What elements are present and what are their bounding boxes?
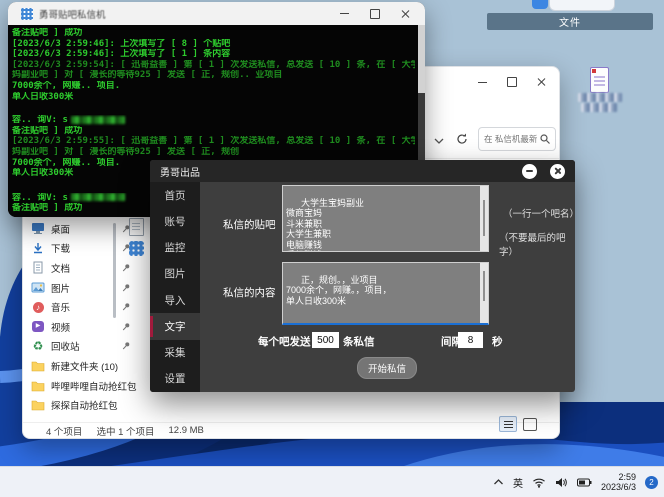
app-close-button[interactable] [550, 163, 565, 179]
music-icon [32, 301, 44, 313]
app-minimize-button[interactable] [522, 163, 537, 179]
terminal-titlebar: 勇哥贴吧私信机 [8, 2, 425, 25]
nav-item-account[interactable]: 账号 [150, 208, 200, 234]
app-window: 勇哥出品 首页 账号 监控 图片 导入 文字 采集 设置 私信的贴吧 大学生宝妈… [150, 160, 580, 392]
battery-icon[interactable] [576, 478, 592, 487]
desktop-icon-caption-censored [581, 103, 617, 112]
content-label: 私信的内容 [223, 287, 276, 299]
explorer-maximize-button[interactable] [505, 75, 519, 89]
folder-icon [31, 399, 45, 412]
desktop-icon [31, 222, 45, 235]
interval-input[interactable] [458, 332, 483, 348]
pin-icon[interactable] [122, 337, 131, 355]
taskbar-clock[interactable]: 2:59 2023/6/3 [601, 472, 636, 492]
nav-item-text[interactable]: 文字 [150, 313, 200, 340]
downloads-icon [31, 242, 45, 255]
nav-item-home[interactable]: 首页 [150, 182, 200, 208]
desktop-shortcut-icon[interactable] [590, 67, 609, 93]
file-button[interactable]: 文件 [487, 13, 653, 30]
explorer-search-box[interactable] [478, 127, 556, 151]
content-textarea[interactable]: 正，规创。，业项目 7000余个，网赚。，项目， 单人日收300米 [282, 262, 489, 325]
search-input[interactable] [479, 134, 539, 144]
nav-item-collect[interactable]: 采集 [150, 340, 200, 366]
background-window-fragment [549, 0, 615, 11]
interval-suffix: 秒 [492, 336, 503, 348]
clock-time: 2:59 [618, 472, 636, 482]
thumbnail-view-toggle[interactable] [523, 418, 537, 431]
explorer-close-button[interactable] [535, 75, 549, 89]
terminal-title: 勇哥贴吧私信机 [39, 9, 106, 21]
hint-one-per-line: （一行一个吧名） [503, 209, 580, 220]
pin-icon[interactable] [122, 318, 131, 336]
nav-item-settings[interactable]: 设置 [150, 366, 200, 392]
start-message-button[interactable]: 开始私信 [357, 357, 417, 379]
explorer-minimize-button[interactable] [475, 75, 489, 89]
pin-icon[interactable] [122, 279, 131, 297]
file-button-label: 文件 [559, 18, 581, 29]
send-count-label: 每个吧发送 [258, 336, 311, 348]
background-window-fragment [532, 0, 548, 9]
nav-item-monitor[interactable]: 监控 [150, 235, 200, 261]
censored-contact [70, 193, 125, 202]
sidebar-scrollbar[interactable] [113, 223, 116, 318]
terminal-minimize-button[interactable] [337, 7, 351, 21]
textarea-scrollbar[interactable] [480, 263, 488, 323]
sidebar-item-folder[interactable]: 新建文件夹 (10) [29, 356, 131, 376]
pin-icon[interactable] [122, 259, 131, 277]
file-item-app[interactable] [129, 241, 144, 256]
terminal-app-icon [21, 7, 33, 20]
sidebar-item-folder[interactable]: 探探自动抢红包 [29, 395, 131, 415]
clock-date: 2023/6/3 [600, 482, 636, 492]
sidebar-item-recycle-bin[interactable]: 回收站 [29, 337, 131, 357]
tieba-list-textarea[interactable]: 大学生宝妈副业 微商宝妈 斗米兼职 大学生兼职 电脑赚钱 手机赚钱 兼职赚钱 [282, 185, 489, 252]
terminal-maximize-button[interactable] [368, 7, 382, 21]
send-count-suffix: 条私信 [343, 336, 375, 348]
wifi-icon[interactable] [532, 477, 546, 488]
sidebar-item-folder[interactable]: 哔哩哔哩自动抢红包 [29, 376, 137, 396]
volume-icon[interactable] [555, 477, 568, 488]
nav-item-pictures[interactable]: 图片 [150, 261, 200, 287]
folder-icon [31, 379, 45, 392]
file-item-document[interactable] [129, 218, 144, 236]
ime-indicator[interactable]: 英 [513, 475, 523, 490]
pin-icon[interactable] [122, 298, 131, 316]
shortcut-icon-art [592, 69, 596, 73]
tieba-list-label: 私信的贴吧 [223, 219, 276, 231]
censored-contact [70, 115, 125, 124]
videos-icon [32, 321, 44, 333]
system-tray: 英 2:59 2023/6/3 2 [493, 467, 658, 497]
recycle-bin-icon [33, 340, 44, 352]
terminal-close-button[interactable] [399, 7, 413, 21]
documents-icon [31, 261, 45, 274]
details-view-toggle[interactable] [499, 416, 517, 432]
address-dropdown-icon[interactable] [433, 135, 445, 147]
pictures-icon [31, 281, 45, 294]
hint-no-ba-suffix: （不要最后的吧字） [499, 233, 566, 258]
nav-item-import[interactable]: 导入 [150, 287, 200, 313]
app-titlebar: 勇哥出品 [150, 160, 575, 182]
desktop-icon-caption-censored [578, 93, 622, 102]
taskbar: 英 2:59 2023/6/3 2 [0, 466, 664, 497]
search-icon [540, 134, 550, 144]
app-nav-sidebar: 首页 账号 监控 图片 导入 文字 采集 设置 [150, 182, 200, 392]
folder-icon [31, 359, 45, 372]
status-selected-count: 选中 1 个项目 [96, 426, 155, 438]
textarea-scrollbar[interactable] [480, 186, 488, 251]
desktop: 文件 桌面 [0, 0, 664, 497]
tray-chevron-icon[interactable] [493, 478, 504, 486]
status-item-count: 4 个项目 [46, 426, 83, 438]
sidebar-item-videos[interactable]: 视频 [29, 317, 131, 337]
explorer-status-bar: 4 个项目 选中 1 个项目 12.9 MB [23, 422, 559, 438]
send-count-input[interactable] [312, 332, 339, 348]
app-title: 勇哥出品 [160, 167, 200, 179]
status-size: 12.9 MB [168, 425, 204, 436]
notification-badge[interactable]: 2 [645, 475, 658, 489]
refresh-icon[interactable] [455, 132, 469, 146]
